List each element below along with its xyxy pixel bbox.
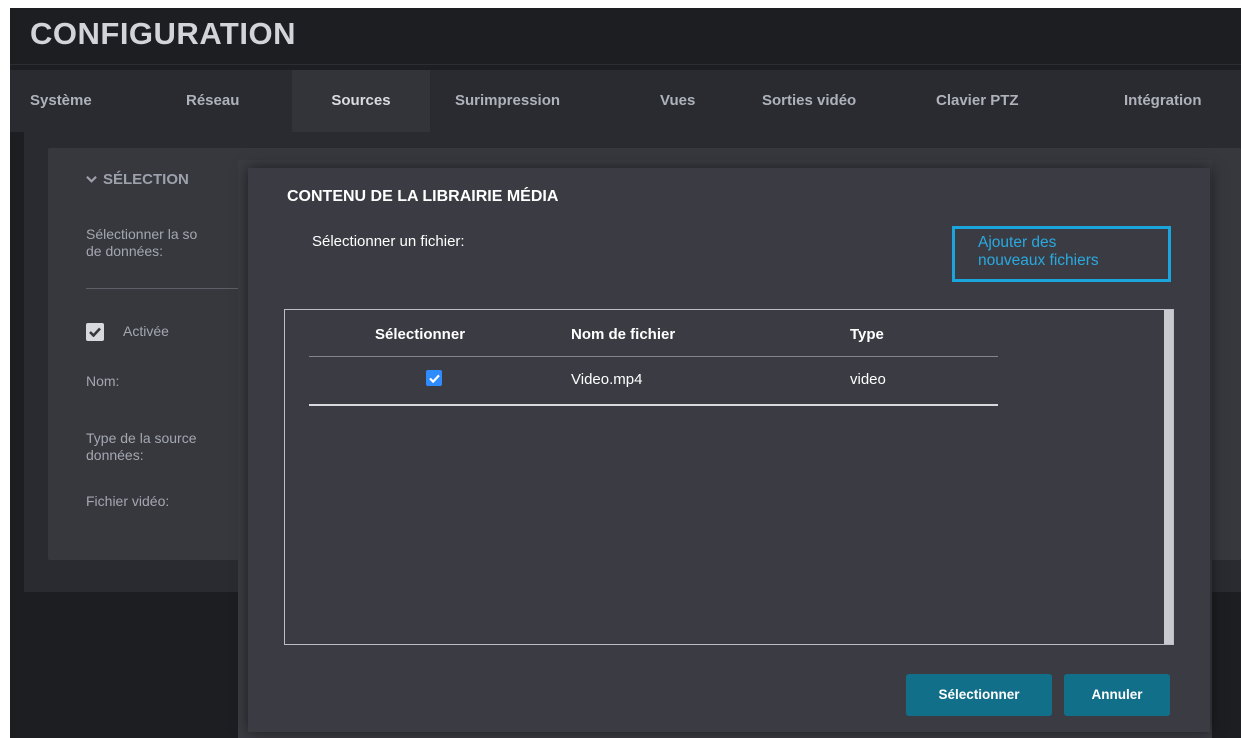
cancel-button[interactable]: Annuler [1064, 674, 1170, 716]
page-title: CONFIGURATION [30, 16, 296, 51]
check-icon [428, 374, 440, 383]
select-file-label: Sélectionner un fichier: [312, 233, 465, 250]
column-header-filename: Nom de fichier [571, 326, 676, 343]
dialog-title: CONTENU DE LA LIBRAIRIE MÉDIA [287, 188, 559, 205]
column-header-select: Sélectionner [375, 326, 466, 343]
video-file-label: Fichier vidéo: [86, 493, 170, 509]
enabled-label: Activée [123, 323, 169, 339]
check-icon [89, 327, 101, 337]
media-library-dialog: CONTENU DE LA LIBRAIRIE MÉDIA Sélectionn… [248, 168, 1210, 732]
column-header-type: Type [850, 326, 884, 343]
chevron-down-icon [86, 175, 97, 183]
tab-sorties-video[interactable]: Sorties vidéo [762, 70, 856, 132]
tab-integration[interactable]: Intégration [1124, 70, 1202, 132]
tab-vues[interactable]: Vues [660, 70, 695, 132]
name-label: Nom: [86, 373, 120, 389]
select-source-label: Sélectionner la so de données: [86, 226, 198, 259]
select-button[interactable]: Sélectionner [906, 674, 1052, 716]
tab-reseau[interactable]: Réseau [186, 70, 239, 132]
tab-surimpression[interactable]: Surimpression [455, 70, 560, 132]
header-divider [309, 356, 998, 357]
tab-clavier-ptz[interactable]: Clavier PTZ [936, 70, 1019, 132]
file-select-checkbox[interactable] [426, 370, 442, 386]
section-title: SÉLECTION [103, 171, 189, 188]
tab-sources[interactable]: Sources [292, 70, 430, 132]
add-new-files-button[interactable]: Ajouter des nouveaux fichiers [952, 226, 1171, 282]
tab-bar: Système Réseau Sources Surimpression Vue… [10, 70, 1241, 132]
tab-systeme[interactable]: Système [30, 70, 92, 132]
title-divider [10, 64, 1241, 65]
source-type-label: Type de la source données: [86, 430, 197, 463]
enabled-checkbox[interactable] [86, 323, 104, 341]
file-list: Sélectionner Nom de fichier Type Video.m… [284, 309, 1174, 645]
file-name-cell: Video.mp4 [571, 371, 643, 388]
scrollbar[interactable] [1164, 310, 1173, 644]
file-type-cell: video [850, 371, 886, 388]
row-divider [309, 404, 998, 406]
section-header[interactable]: SÉLECTION [86, 171, 189, 188]
